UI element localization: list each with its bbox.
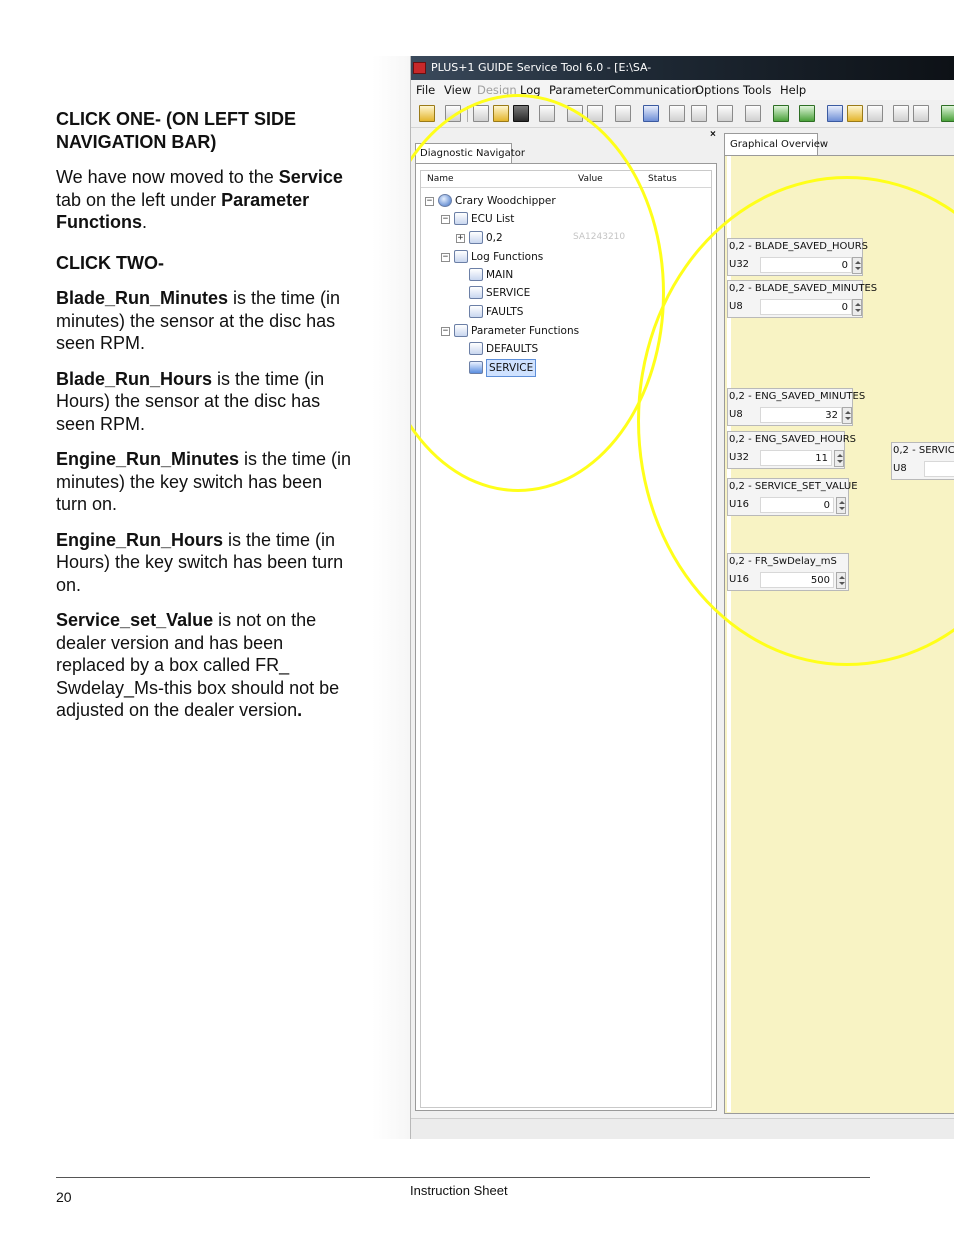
footer-rule [56, 1177, 870, 1178]
click-one-heading: CLICK ONE- (ON LEFT SIDE NAVIGATION BAR) [56, 109, 296, 152]
menu-parameter[interactable]: Parameter [549, 80, 609, 100]
close-icon[interactable]: × [710, 129, 716, 140]
tab-graphical-overview[interactable]: Graphical Overview [724, 133, 828, 155]
menu-options[interactable]: Options [695, 80, 739, 100]
click-two-heading: CLICK TWO- [56, 252, 164, 273]
instructions-column: CLICK ONE- (ON LEFT SIDE NAVIGATION BAR)… [56, 108, 356, 735]
menu-help[interactable]: Help [780, 80, 806, 100]
moved-paragraph: We have now moved to the Service tab on … [56, 167, 343, 232]
menu-view[interactable]: View [444, 80, 471, 100]
blade-hours-paragraph: Blade_Run_Hours is the time (in Hours) t… [56, 368, 325, 434]
open-project-icon[interactable] [419, 105, 435, 122]
write-parameters-icon[interactable] [847, 105, 863, 122]
page-number: 20 [56, 1189, 72, 1205]
service-value-paragraph: Service_set_Value is not on the dealer v… [56, 610, 340, 720]
app-logo-icon [413, 62, 426, 74]
search-icon[interactable] [615, 105, 631, 122]
screenshot-shadow [372, 56, 410, 1139]
status-bar [411, 1118, 954, 1139]
store-icon[interactable] [867, 105, 883, 122]
arrow-up-icon[interactable] [941, 105, 954, 122]
footer-title: Instruction Sheet [410, 1183, 508, 1198]
window-title: PLUS+1 GUIDE Service Tool 6.0 - [E:\SA- [431, 61, 652, 74]
copy-icon[interactable] [745, 105, 761, 122]
layout-icon[interactable] [643, 105, 659, 122]
menu-communication[interactable]: Communication [608, 80, 699, 100]
export-icon[interactable] [893, 105, 909, 122]
engine-minutes-paragraph: Engine_Run_Minutes is the time (in minut… [56, 449, 352, 514]
import-icon[interactable] [913, 105, 929, 122]
blade-minutes-paragraph: Blade_Run_Minutes is the time (in minute… [56, 288, 341, 353]
stop-icon[interactable] [691, 105, 707, 122]
play-icon[interactable] [669, 105, 685, 122]
clock-icon[interactable] [717, 105, 733, 122]
engine-hours-paragraph: Engine_Run_Hours is the time (in Hours) … [56, 529, 344, 595]
upload-icon[interactable] [773, 105, 789, 122]
service-tool-screenshot: PLUS+1 GUIDE Service Tool 6.0 - [E:\SA- … [410, 56, 954, 1139]
menu-file[interactable]: File [416, 80, 435, 100]
column-status[interactable]: Status [648, 171, 677, 187]
window-titlebar: PLUS+1 GUIDE Service Tool 6.0 - [E:\SA- [411, 56, 954, 80]
download-icon[interactable] [799, 105, 815, 122]
menu-tools[interactable]: Tools [743, 80, 771, 100]
read-parameters-icon[interactable] [827, 105, 843, 122]
